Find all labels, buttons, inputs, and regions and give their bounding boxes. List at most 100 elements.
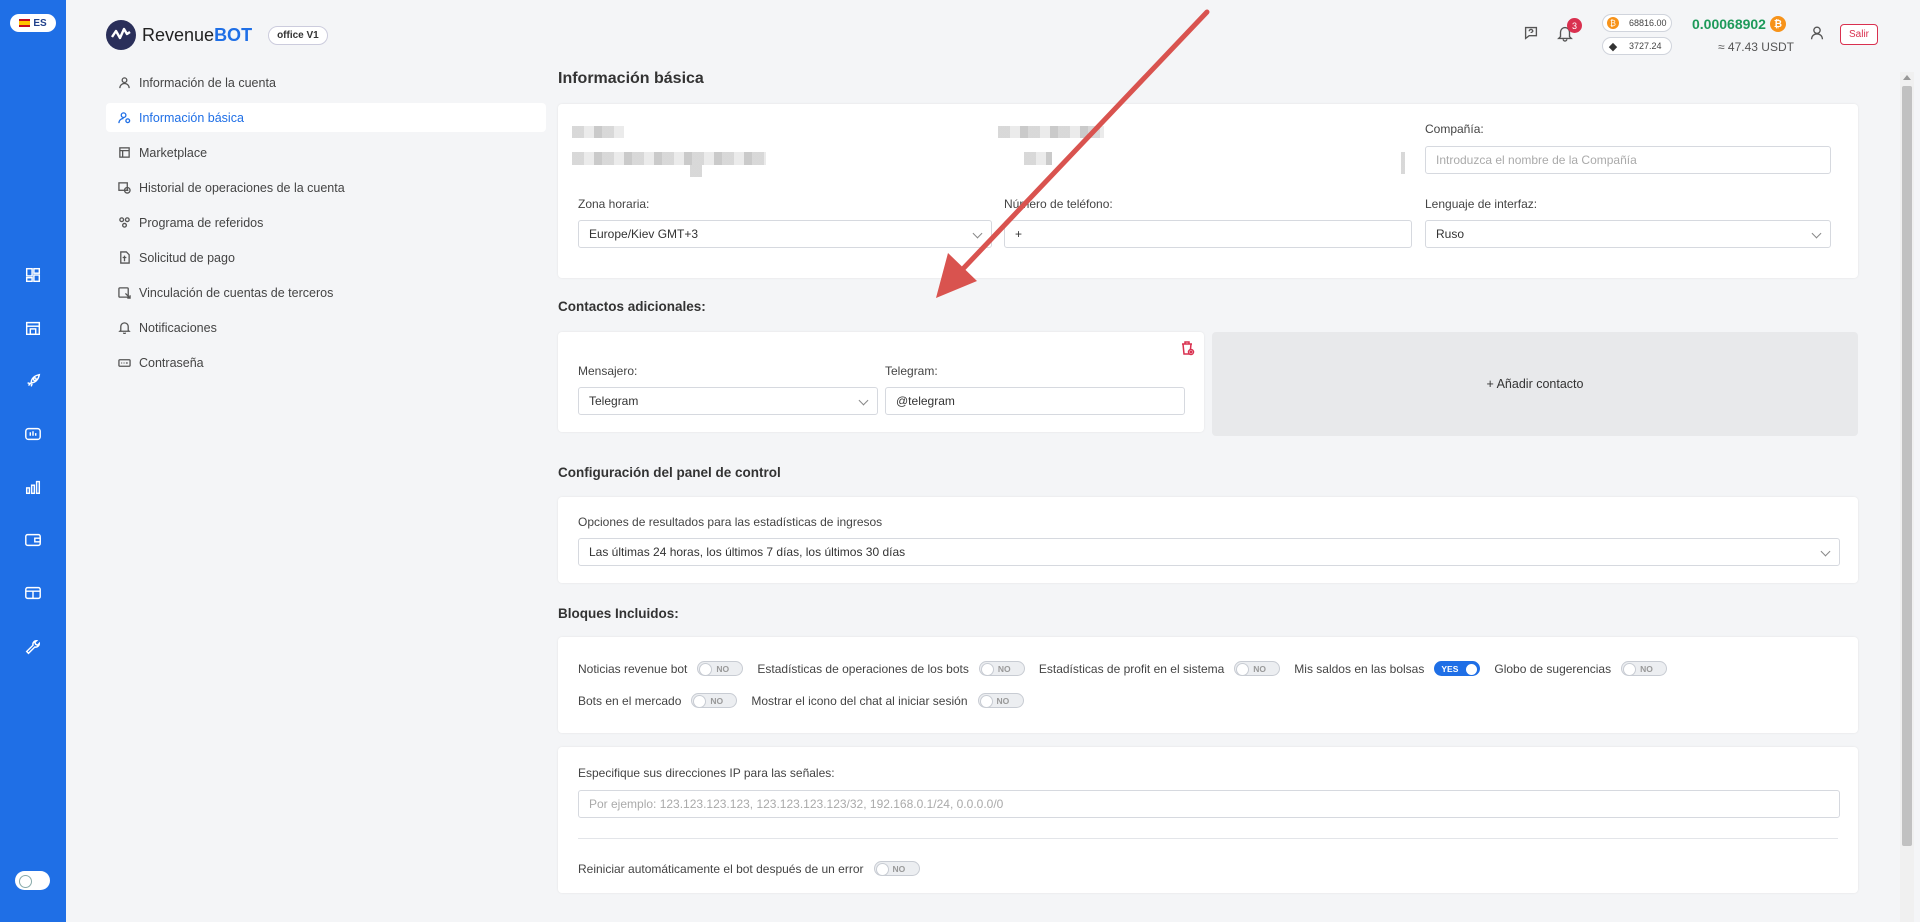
- redacted-field: [1024, 152, 1052, 165]
- menu-item-history[interactable]: Historial de operaciones de la cuenta: [106, 173, 546, 202]
- rail-monitor-icon[interactable]: [23, 424, 43, 444]
- block-market-bots-label: Bots en el mercado: [578, 693, 682, 708]
- messenger-label: Mensajero:: [578, 364, 638, 378]
- messenger-select[interactable]: Telegram: [578, 387, 878, 415]
- rail-chart-icon[interactable]: [23, 477, 43, 497]
- language-code: ES: [33, 17, 47, 29]
- rail-panels-icon[interactable]: [23, 583, 43, 603]
- timezone-select[interactable]: Europe/Kiev GMT+3: [578, 220, 992, 248]
- rail-wrench-icon[interactable]: [23, 637, 43, 657]
- blocks-row-1: Noticias revenue bot NO Estadísticas de …: [578, 661, 1681, 676]
- menu-item-label: Notificaciones: [139, 320, 217, 335]
- language-selector[interactable]: ES: [10, 14, 56, 32]
- theme-toggle[interactable]: [15, 871, 50, 890]
- balance-btc-value: 0.00068902: [1692, 16, 1766, 32]
- interface-language-label: Lenguaje de interfaz:: [1425, 197, 1538, 211]
- user-gear-icon: [118, 112, 131, 124]
- toggle-state: NO: [710, 696, 724, 706]
- timezone-label: Zona horaria:: [578, 197, 650, 211]
- history-icon: [118, 182, 131, 194]
- block-bot-stats-toggle[interactable]: NO: [978, 661, 1025, 676]
- ip-addresses-input[interactable]: Por ejemplo: 123.123.123.123, 123.123.12…: [578, 790, 1840, 818]
- rail-wallet-icon[interactable]: [23, 530, 43, 550]
- contact-card: [558, 332, 1204, 432]
- link-icon: [118, 287, 131, 299]
- menu-item-marketplace[interactable]: Marketplace: [106, 138, 546, 167]
- add-contact-button[interactable]: + Añadir contacto: [1212, 332, 1858, 436]
- block-profit-stats-toggle[interactable]: NO: [1234, 661, 1281, 676]
- auto-restart-row: Reiniciar automáticamente el bot después…: [578, 861, 934, 876]
- menu-item-payment-request[interactable]: Solicitud de pago: [106, 243, 546, 272]
- notifications-bell-icon[interactable]: 3: [1556, 18, 1582, 44]
- eth-price: 3727.24: [1629, 41, 1662, 51]
- eth-price-pill: ◆ 3727.24: [1602, 37, 1672, 55]
- menu-item-label: Contraseña: [139, 355, 204, 370]
- referral-icon: [119, 217, 130, 228]
- menu-item-third-party-accounts[interactable]: Vinculación de cuentas de terceros: [106, 278, 546, 307]
- rail-rocket-icon[interactable]: [23, 371, 43, 391]
- notifications-badge: 3: [1567, 18, 1582, 33]
- block-news-toggle[interactable]: NO: [697, 661, 744, 676]
- menu-item-password[interactable]: Contraseña: [106, 348, 546, 377]
- contacts-title: Contactos adicionales:: [558, 299, 706, 314]
- interface-language-select[interactable]: Ruso: [1425, 220, 1831, 248]
- basic-info-card: [558, 104, 1858, 278]
- scroll-up-arrow-icon[interactable]: [1903, 75, 1911, 80]
- toggle-state: NO: [892, 864, 906, 874]
- dashboard-config-title: Configuración del panel de control: [558, 465, 781, 480]
- blocks-row-2: Bots en el mercado NO Mostrar el icono d…: [578, 693, 1038, 708]
- menu-item-label: Información básica: [139, 110, 244, 125]
- bitcoin-wallet-icon: ₿: [1769, 16, 1786, 32]
- settings-menu: Información de la cuenta Información bás…: [106, 68, 546, 383]
- logo-text-a: Revenue: [142, 24, 215, 45]
- phone-label: Número de teléfono:: [1004, 197, 1113, 211]
- auto-restart-toggle[interactable]: NO: [873, 861, 920, 876]
- menu-item-label: Programa de referidos: [139, 215, 264, 230]
- user-icon: [119, 77, 130, 89]
- menu-item-label: Información de la cuenta: [139, 75, 276, 90]
- menu-item-notifications[interactable]: Notificaciones: [106, 313, 546, 342]
- chevron-down-icon: [1820, 546, 1831, 557]
- block-chat-icon-label: Mostrar el icono del chat al iniciar ses…: [751, 693, 968, 708]
- logo-text: RevenueBOT: [142, 25, 252, 46]
- block-exchange-balances-label: Mis saldos en las bolsas: [1294, 661, 1425, 676]
- balance-btc[interactable]: 0.00068902 ₿: [1692, 16, 1786, 32]
- rail-store-icon[interactable]: [23, 318, 43, 338]
- telegram-input[interactable]: @telegram: [885, 387, 1185, 415]
- menu-item-basic-info[interactable]: Información básica: [106, 103, 546, 132]
- company-label: Compañía:: [1425, 122, 1484, 136]
- block-news-label: Noticias revenue bot: [578, 661, 688, 676]
- bitcoin-icon: ₿: [1607, 17, 1619, 29]
- messenger-value: Telegram: [589, 394, 639, 408]
- rail-dashboard-icon[interactable]: [23, 265, 43, 285]
- included-blocks-title: Bloques Incluidos:: [558, 606, 679, 621]
- logo-text-b: BOT: [214, 24, 253, 45]
- telegram-label: Telegram:: [885, 364, 938, 378]
- payment-icon: [120, 251, 130, 264]
- menu-item-referrals[interactable]: Programa de referidos: [106, 208, 546, 237]
- delete-contact-icon[interactable]: [1179, 340, 1195, 358]
- chevron-down-icon: [972, 228, 983, 239]
- menu-item-account-info[interactable]: Información de la cuenta: [106, 68, 546, 97]
- income-stats-select[interactable]: Las últimas 24 horas, los últimos 7 días…: [578, 538, 1840, 566]
- menu-item-label: Marketplace: [139, 145, 208, 160]
- exit-button[interactable]: Salir: [1840, 24, 1878, 45]
- logo[interactable]: RevenueBOT office V1: [106, 20, 328, 50]
- office-version-badge[interactable]: office V1: [268, 25, 328, 45]
- block-tips-label: Globo de sugerencias: [1494, 661, 1612, 676]
- profile-user-icon[interactable]: [1808, 24, 1828, 44]
- support-chat-icon[interactable]: [1522, 24, 1542, 44]
- divider: [578, 838, 1838, 839]
- scrollbar-thumb[interactable]: [1902, 86, 1912, 846]
- phone-input[interactable]: +: [1004, 220, 1412, 248]
- block-chat-icon-toggle[interactable]: NO: [977, 693, 1024, 708]
- left-rail: ES: [0, 0, 66, 922]
- toggle-state: NO: [996, 696, 1010, 706]
- block-market-bots-toggle[interactable]: NO: [691, 693, 738, 708]
- company-input[interactable]: Introduzca el nombre de la Compañía: [1425, 146, 1831, 174]
- btc-price-pill: ₿ 68816.00: [1602, 14, 1672, 32]
- block-exchange-balances-toggle[interactable]: YES: [1434, 661, 1481, 676]
- block-tips-toggle[interactable]: NO: [1621, 661, 1668, 676]
- income-stats-label: Opciones de resultados para las estadíst…: [578, 515, 883, 529]
- ip-addresses-label: Especifique sus direcciones IP para las …: [578, 766, 835, 780]
